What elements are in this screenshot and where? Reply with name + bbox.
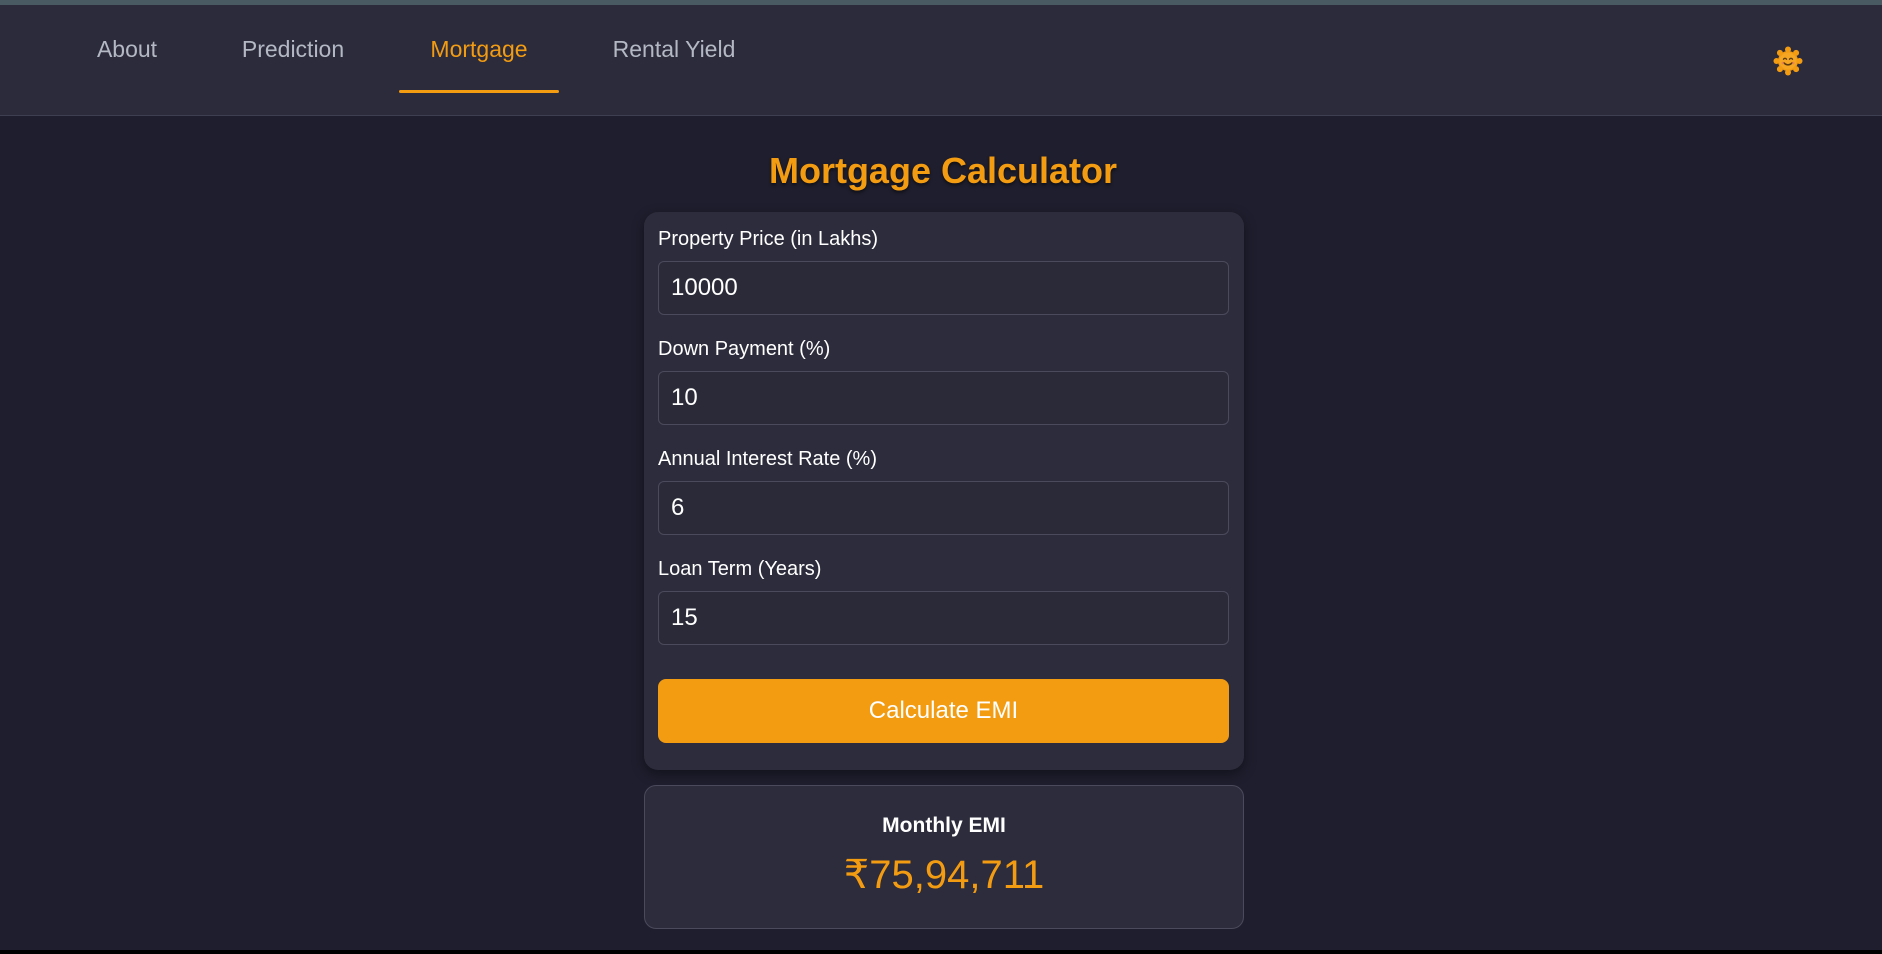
interest-rate-label: Annual Interest Rate (%)	[658, 448, 877, 470]
page-title: Mortgage Calculator	[768, 150, 1118, 191]
result-card: Monthly EMI ₹75,94,711	[644, 785, 1244, 929]
tab-rental-yield[interactable]: Rental Yield	[606, 5, 742, 93]
loan-term-label: Loan Term (Years)	[658, 558, 822, 580]
navbar: About Prediction Mortgage Rental Yield	[0, 5, 1882, 116]
property-price-input[interactable]	[658, 261, 1229, 315]
monthly-emi-value: ₹75,94,711	[843, 853, 1045, 897]
calculate-emi-button[interactable]: Calculate EMI	[658, 679, 1229, 743]
tab-mortgage-label: Mortgage	[430, 35, 528, 62]
interest-rate-input[interactable]	[658, 481, 1229, 535]
tab-about[interactable]: About	[92, 5, 162, 93]
calculator-card: Property Price (in Lakhs) Down Payment (…	[644, 212, 1244, 770]
tab-prediction[interactable]: Prediction	[234, 5, 352, 93]
bottom-border	[0, 950, 1882, 954]
property-price-label: Property Price (in Lakhs)	[658, 228, 879, 250]
sun-smiley-icon	[1773, 46, 1803, 81]
tab-prediction-label: Prediction	[241, 35, 345, 62]
down-payment-label: Down Payment (%)	[658, 338, 831, 360]
tab-rental-yield-label: Rental Yield	[612, 35, 736, 62]
monthly-emi-label: Monthly EMI	[882, 814, 1006, 837]
tab-mortgage[interactable]: Mortgage	[399, 5, 559, 93]
loan-term-input[interactable]	[658, 591, 1229, 645]
tab-about-label: About	[96, 35, 158, 62]
down-payment-input[interactable]	[658, 371, 1229, 425]
theme-toggle-button[interactable]	[1772, 46, 1804, 81]
